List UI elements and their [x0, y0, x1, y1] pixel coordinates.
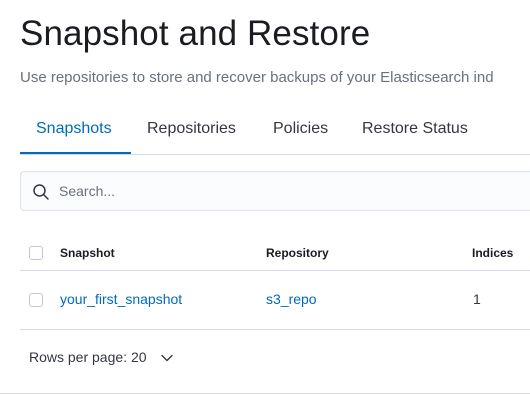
- indices-count: 1: [473, 291, 481, 307]
- repository-link[interactable]: s3_repo: [266, 291, 317, 307]
- row-checkbox[interactable]: [29, 293, 43, 307]
- search-bar[interactable]: [20, 171, 530, 211]
- page-subtitle: Use repositories to store and recover ba…: [20, 69, 494, 86]
- tab-policies[interactable]: Policies: [273, 120, 328, 138]
- select-all-checkbox[interactable]: [29, 246, 43, 260]
- bottom-divider: [0, 393, 530, 394]
- tabs-bar: Snapshots Repositories Policies Restore …: [20, 104, 530, 154]
- tab-restore-status[interactable]: Restore Status: [362, 120, 468, 138]
- table-header-divider: [20, 270, 530, 271]
- rows-per-page-button[interactable]: Rows per page: 20: [29, 349, 147, 365]
- page-title: Snapshot and Restore: [20, 14, 371, 53]
- tabs-divider: [20, 154, 530, 155]
- search-icon: [32, 183, 50, 201]
- column-header-repository[interactable]: Repository: [266, 246, 329, 260]
- search-input[interactable]: [59, 172, 519, 210]
- tab-snapshots[interactable]: Snapshots: [36, 120, 112, 138]
- tab-repositories[interactable]: Repositories: [147, 120, 236, 138]
- table-row-divider: [20, 329, 530, 330]
- chevron-down-icon[interactable]: [160, 351, 174, 365]
- snapshot-link[interactable]: your_first_snapshot: [60, 291, 182, 307]
- column-header-indices[interactable]: Indices: [472, 246, 513, 260]
- column-header-snapshot[interactable]: Snapshot: [60, 246, 115, 260]
